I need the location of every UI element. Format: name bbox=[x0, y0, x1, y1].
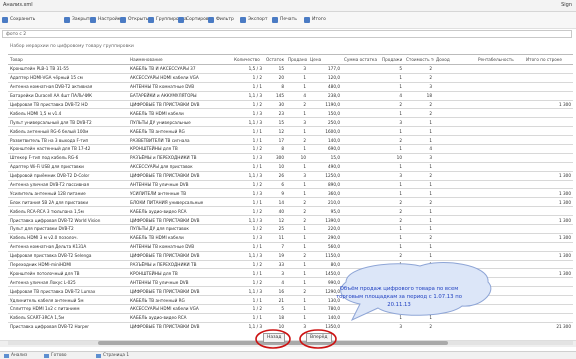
annotation-circle-next bbox=[299, 329, 337, 349]
annotation-layer bbox=[255, 262, 492, 349]
annotation-circle-prev bbox=[255, 329, 291, 349]
status-item[interactable]: Страница 1 bbox=[96, 353, 129, 358]
status-item[interactable]: Анализ bbox=[4, 353, 27, 358]
status-icon bbox=[44, 353, 49, 358]
status-item[interactable]: Готово bbox=[44, 353, 67, 358]
status-icon bbox=[96, 353, 101, 358]
status-label: Страница 1 bbox=[103, 353, 130, 358]
callout-text: Объём продаж цифрового товара по всем то… bbox=[336, 286, 462, 308]
status-icon bbox=[4, 353, 9, 358]
status-label: Анализ bbox=[11, 353, 28, 358]
status-label: Готово bbox=[51, 353, 67, 358]
